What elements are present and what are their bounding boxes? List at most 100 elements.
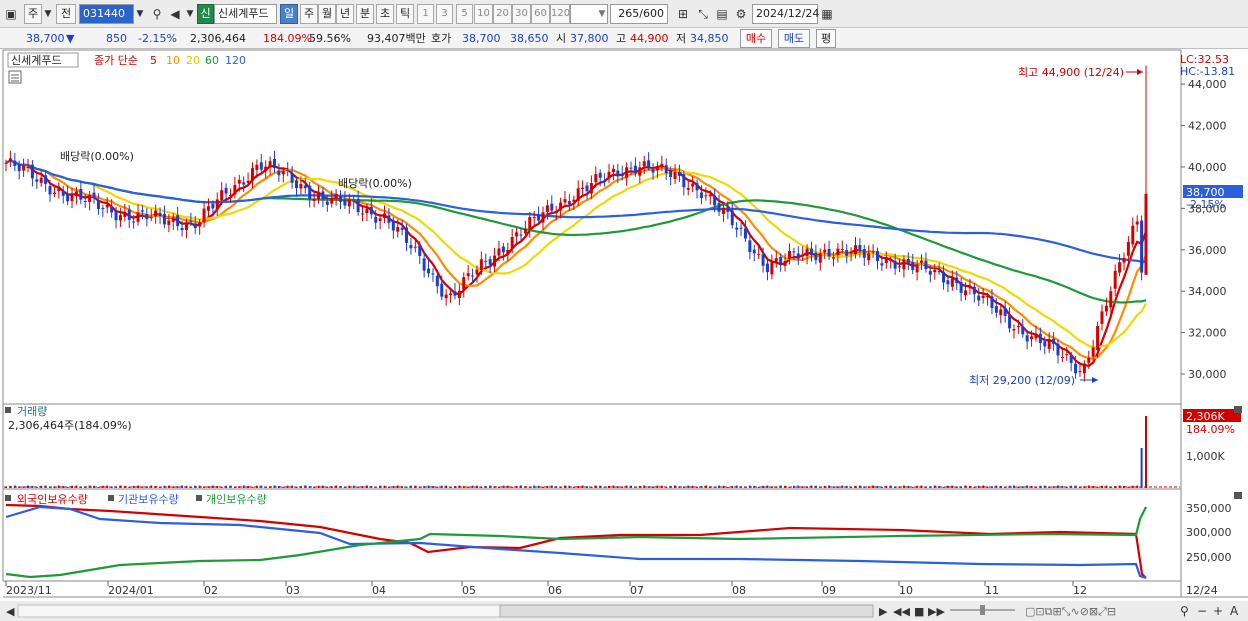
- volume-bar: [57, 485, 60, 488]
- volume-bar: [229, 485, 232, 488]
- period-1-button[interactable]: 주: [300, 4, 318, 24]
- volume-title: 거래량: [17, 405, 47, 418]
- prev-button[interactable]: 전: [56, 4, 76, 24]
- sell-button[interactable]: 매도: [778, 29, 810, 48]
- chevron-down-icon[interactable]: ▼: [134, 4, 146, 24]
- candle-body: [629, 167, 633, 169]
- ma-legend-10: 10: [166, 54, 180, 67]
- period-2-button[interactable]: 월: [318, 4, 336, 24]
- candle-body: [255, 164, 259, 171]
- stock-code-input[interactable]: 031440: [79, 4, 134, 24]
- candle-body: [801, 254, 805, 257]
- chevron-down-icon[interactable]: ▼: [184, 4, 196, 24]
- zoom-in-icon[interactable]: +: [1213, 604, 1223, 618]
- candle-body: [70, 194, 74, 202]
- scroll-left-icon[interactable]: ◀: [6, 605, 15, 618]
- period-6-button[interactable]: 틱: [396, 4, 414, 24]
- candle-body: [721, 207, 725, 214]
- draw-line-icon[interactable]: ⤡: [694, 4, 712, 24]
- volume-panel-close-icon[interactable]: [1234, 406, 1242, 413]
- interval-10-button[interactable]: 10: [474, 4, 493, 24]
- volume-bar: [955, 486, 958, 488]
- candle-body: [1025, 335, 1029, 342]
- volume-bar: [603, 486, 606, 488]
- volume-bar: [858, 485, 861, 488]
- candle-body: [664, 165, 668, 174]
- candle-body: [959, 282, 963, 293]
- candle-body: [193, 223, 197, 229]
- interval-120-button[interactable]: 120: [550, 4, 570, 24]
- interval-30-button[interactable]: 30: [512, 4, 531, 24]
- chevron-down-icon[interactable]: ▼: [596, 4, 608, 24]
- volume-bar: [339, 486, 342, 488]
- search-icon[interactable]: ⚲: [148, 4, 166, 24]
- volume-bar: [365, 485, 368, 488]
- price-panel-frame: [2, 49, 1182, 405]
- zoom-slider-handle[interactable]: [980, 605, 985, 615]
- ma-line-10: [5, 159, 1148, 360]
- rewind-icon[interactable]: ◀◀: [893, 605, 910, 618]
- candle-type-icon[interactable]: ⊞: [674, 4, 692, 24]
- volume-bar: [1136, 485, 1139, 488]
- stop-icon[interactable]: ■: [914, 605, 924, 618]
- period-5-button[interactable]: 초: [376, 4, 394, 24]
- x-axis-label: 2024/01: [108, 584, 154, 597]
- volume-bar: [44, 485, 47, 488]
- candle-body: [66, 193, 70, 202]
- date-input[interactable]: 2024/12/24: [752, 4, 819, 24]
- gear-icon[interactable]: ⚙: [732, 4, 750, 24]
- volume-bar: [748, 485, 751, 488]
- count-field[interactable]: 265/600: [610, 4, 668, 24]
- x-axis-label: 08: [732, 584, 746, 597]
- interval-5-button[interactable]: 5: [456, 4, 473, 24]
- candle-body: [655, 166, 659, 171]
- volume-bar: [968, 485, 971, 488]
- font-size-icon[interactable]: A: [1230, 604, 1239, 618]
- volume-bar: [1034, 486, 1037, 488]
- volume-bar: [132, 485, 135, 488]
- fast-forward-icon[interactable]: ▶▶: [928, 605, 945, 618]
- volume-bar: [84, 486, 87, 488]
- scroll-right-icon[interactable]: ▶: [879, 605, 888, 618]
- volume-bar: [775, 486, 778, 488]
- stock-chart[interactable]: 44,00042,00040,00038,00036,00034,00032,0…: [0, 49, 1248, 621]
- scroll-thumb[interactable]: [499, 604, 874, 618]
- speaker-icon[interactable]: ◀: [166, 4, 184, 24]
- stock-name-field[interactable]: 신세계푸드: [214, 4, 277, 24]
- period-3-button[interactable]: 년: [336, 4, 354, 24]
- zoom-out-icon[interactable]: −: [1197, 604, 1207, 618]
- drawing-tools-icon[interactable]: ▢⊡⧉⊞⤡∿⊘⊠⤢⊟: [1025, 605, 1116, 618]
- holdings-panel-close-icon[interactable]: [1234, 492, 1242, 499]
- interval-20-button[interactable]: 20: [493, 4, 512, 24]
- calendar-icon[interactable]: ▦: [818, 4, 836, 24]
- volume-bar: [62, 485, 65, 488]
- volume-bar: [141, 486, 144, 488]
- volume-bar: [493, 486, 496, 488]
- window-icon[interactable]: ▣: [2, 4, 20, 24]
- market-type-select[interactable]: 주: [24, 4, 42, 24]
- save-icon[interactable]: ▤: [713, 4, 731, 24]
- volume-bar: [497, 486, 500, 488]
- volume-bar: [295, 486, 298, 488]
- interval-60-button[interactable]: 60: [531, 4, 550, 24]
- period-0-button[interactable]: 일: [280, 4, 298, 24]
- eval-button[interactable]: 평: [816, 29, 836, 48]
- volume-bar: [374, 486, 377, 488]
- candle-body: [717, 203, 721, 212]
- zoom-search-icon[interactable]: ⚲: [1180, 604, 1189, 618]
- volume-bar: [1131, 485, 1134, 488]
- volume-bar: [792, 485, 795, 488]
- chevron-down-icon[interactable]: ▼: [42, 4, 54, 24]
- volume-bar: [176, 486, 179, 488]
- interval-3-button[interactable]: 3: [436, 4, 453, 24]
- buy-button[interactable]: 매수: [740, 29, 772, 48]
- candle-body: [272, 158, 276, 169]
- candle-body: [488, 259, 492, 265]
- candle-body: [871, 251, 875, 253]
- period-4-button[interactable]: 분: [356, 4, 374, 24]
- candle-body: [964, 290, 968, 296]
- interval-1-button[interactable]: 1: [417, 4, 434, 24]
- volume-bar: [1070, 485, 1073, 488]
- candle-body: [1069, 355, 1073, 363]
- candle-body: [57, 188, 61, 192]
